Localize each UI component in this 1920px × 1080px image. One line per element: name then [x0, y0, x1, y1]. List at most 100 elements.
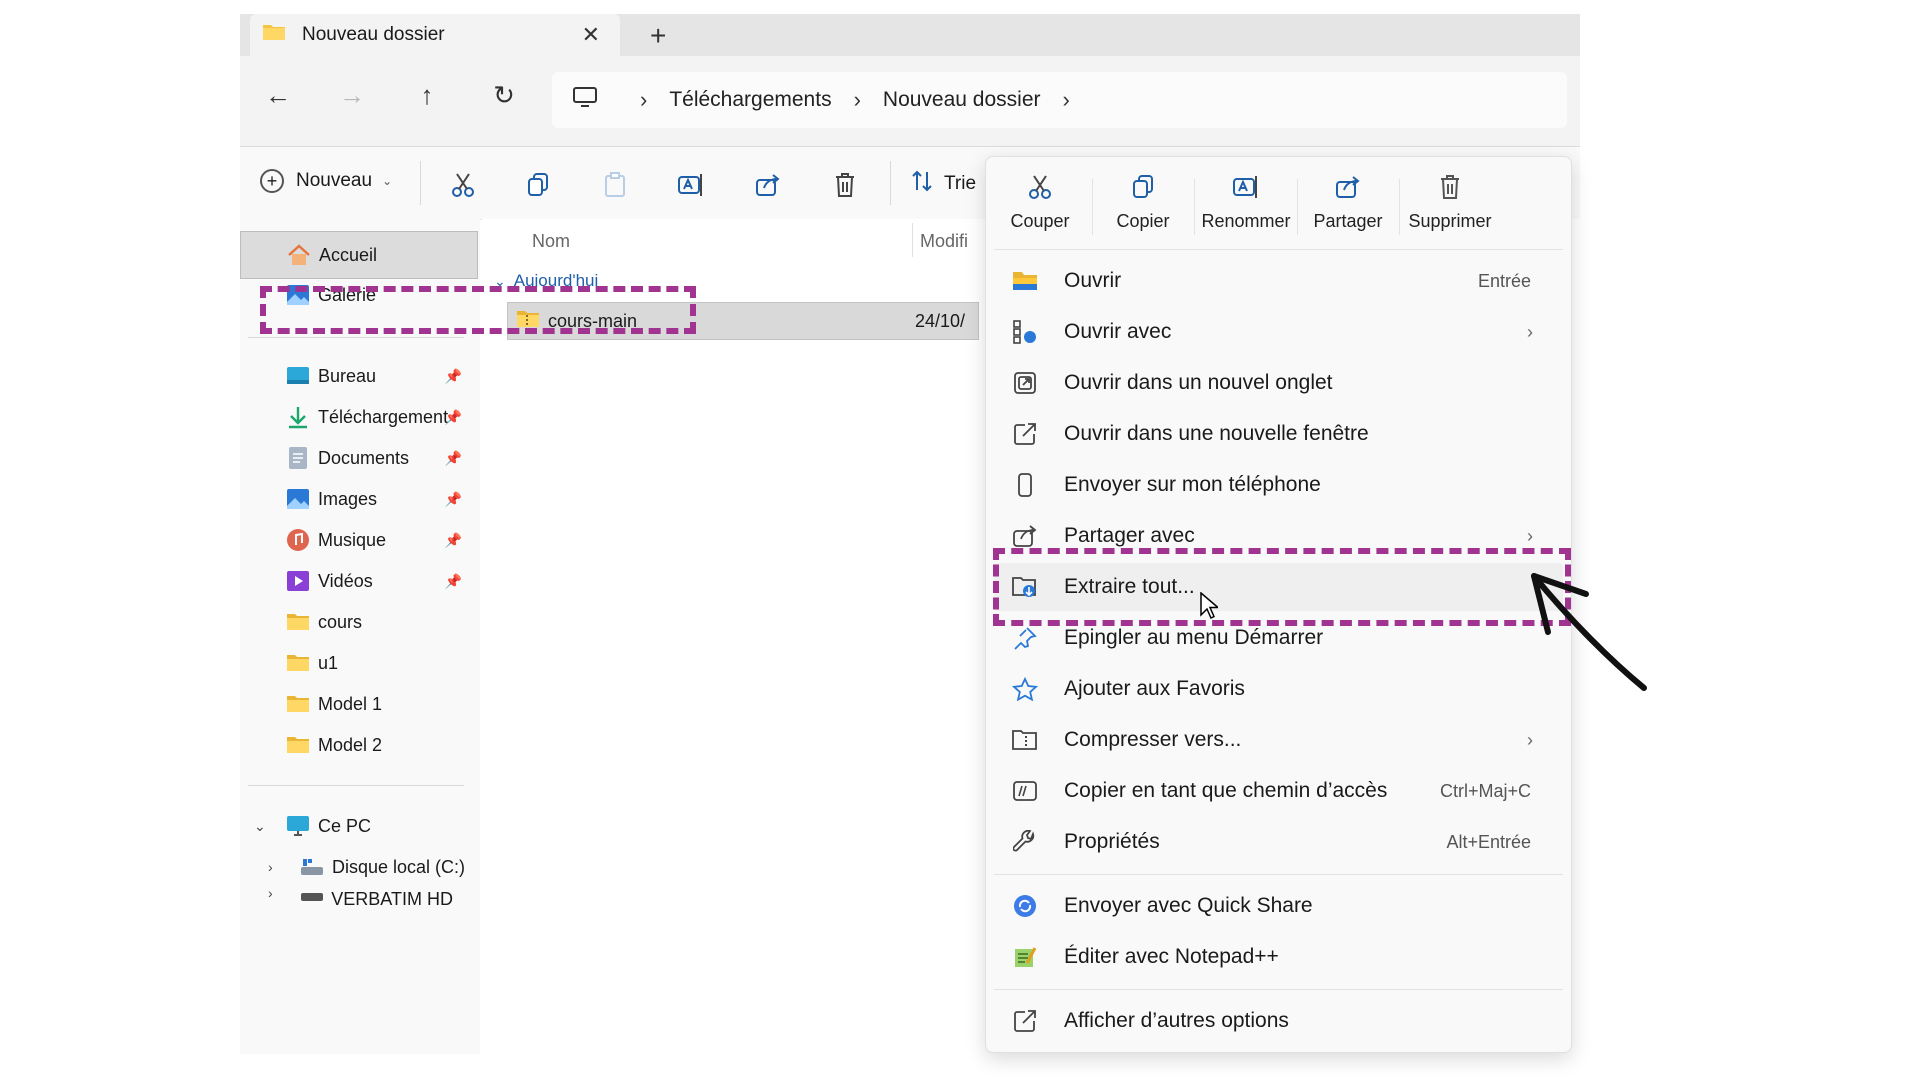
sort-button[interactable]: Trie [910, 169, 976, 199]
menu-item-autres-options[interactable]: Afficher d’autres options [994, 997, 1563, 1045]
tab-nouveau-dossier[interactable]: Nouveau dossier ✕ [250, 14, 620, 56]
rename-icon [1232, 171, 1260, 203]
sidebar-item-u1[interactable]: u1 [240, 640, 478, 686]
quick-action-supprimer[interactable]: Supprimer [1400, 171, 1500, 247]
menu-item-label: Ouvrir avec [1064, 320, 1172, 343]
menu-item-label: Ouvrir dans un nouvel onglet [1064, 371, 1333, 394]
sidebar-item-images[interactable]: Images 📌 [240, 476, 478, 522]
menu-item-label: Ouvrir dans une nouvelle fenêtre [1064, 422, 1369, 445]
menu-item-label: Envoyer sur mon téléphone [1064, 473, 1321, 496]
delete-icon[interactable] [827, 167, 863, 203]
sidebar-item-telechargement[interactable]: Téléchargement 📌 [240, 394, 478, 440]
quick-action-partager[interactable]: Partager [1298, 171, 1398, 247]
pin-icon[interactable]: 📌 [445, 491, 462, 508]
pin-icon[interactable]: 📌 [445, 532, 462, 549]
folder-icon [284, 694, 312, 714]
highlight-extract-all [993, 548, 1571, 626]
new-window-icon [1010, 422, 1040, 446]
copy-icon[interactable] [520, 167, 556, 203]
new-button[interactable]: + Nouveau ⌄ [260, 169, 392, 193]
menu-item-notepad[interactable]: Éditer avec Notepad++ [994, 933, 1563, 981]
sidebar-item-ce-pc[interactable]: ⌄ Ce PC [240, 803, 478, 849]
divider [994, 989, 1563, 990]
sidebar-item-model-2[interactable]: Model 2 [240, 722, 478, 768]
column-header-modified[interactable]: Modifi [920, 219, 968, 263]
sidebar-item-label: VERBATIM HD (D: [331, 889, 453, 905]
menu-item-nouvelle-fenetre[interactable]: Ouvrir dans une nouvelle fenêtre [994, 410, 1563, 458]
sidebar-item-label: Documents [318, 447, 410, 468]
chevron-right-icon[interactable]: › [268, 885, 273, 901]
copy-icon [1131, 171, 1155, 203]
folder-icon [284, 612, 312, 632]
more-options-icon [1010, 1009, 1040, 1033]
sidebar-item-cours[interactable]: cours [240, 599, 478, 645]
close-tab-icon[interactable]: ✕ [582, 22, 600, 48]
pin-icon[interactable]: 📌 [445, 450, 462, 467]
menu-item-ouvrir[interactable]: Ouvrir Entrée [994, 257, 1563, 305]
navigation-pane: Accueil Galerie Bureau 📌 Téléchargement … [240, 219, 480, 1054]
forward-button[interactable]: → [332, 80, 372, 111]
divider [420, 161, 421, 205]
chevron-down-icon[interactable]: ⌄ [254, 818, 266, 835]
sidebar-item-musique[interactable]: Musique 📌 [240, 517, 478, 563]
phone-icon [1010, 473, 1040, 497]
sidebar-item-videos[interactable]: Vidéos 📌 [240, 558, 478, 604]
chevron-right-icon: › [1527, 321, 1533, 342]
breadcrumb-separator[interactable]: › [1063, 87, 1070, 113]
mouse-cursor-icon [1200, 591, 1221, 625]
address-bar[interactable]: › Téléchargements › Nouveau dossier › [552, 72, 1567, 128]
share-icon[interactable] [750, 167, 786, 203]
quick-action-label: Supprimer [1408, 211, 1492, 231]
pin-icon[interactable]: 📌 [445, 368, 462, 385]
sidebar-item-verbatim[interactable]: › VERBATIM HD (D: [240, 879, 478, 905]
chevron-right-icon: › [1527, 729, 1533, 750]
quick-action-renommer[interactable]: Renommer [1196, 171, 1296, 247]
menu-item-nouvel-onglet[interactable]: Ouvrir dans un nouvel onglet [994, 359, 1563, 407]
menu-item-label: Afficher d’autres options [1064, 1009, 1289, 1032]
sidebar-item-bureau[interactable]: Bureau 📌 [240, 353, 478, 399]
quick-action-copier[interactable]: Copier [1093, 171, 1193, 247]
sidebar-item-model-1[interactable]: Model 1 [240, 681, 478, 727]
up-button[interactable]: ↑ [407, 80, 447, 111]
column-header-name[interactable]: Nom [532, 219, 570, 263]
cut-icon[interactable] [445, 167, 481, 203]
refresh-button[interactable]: ↻ [484, 80, 524, 111]
videos-icon [284, 570, 312, 592]
breadcrumb-telechargements[interactable]: Téléchargements [669, 88, 831, 112]
rename-icon[interactable] [673, 167, 709, 203]
share-icon [1010, 523, 1040, 549]
divider [994, 249, 1563, 250]
pin-icon [1010, 626, 1040, 650]
divider [994, 874, 1563, 875]
menu-item-ouvrir-avec[interactable]: Ouvrir avec › [994, 308, 1563, 356]
menu-item-envoyer-telephone[interactable]: Envoyer sur mon téléphone [994, 461, 1563, 509]
sidebar-item-documents[interactable]: Documents 📌 [240, 435, 478, 481]
quick-action-couper[interactable]: Couper [990, 171, 1090, 247]
pin-icon[interactable]: 📌 [445, 573, 462, 590]
file-date: 24/10/ [915, 310, 966, 331]
open-with-icon [1010, 319, 1040, 345]
monitor-icon [572, 86, 598, 114]
menu-item-compresser[interactable]: Compresser vers... › [994, 716, 1563, 764]
menu-item-proprietes[interactable]: Propriétés Alt+Entrée [994, 818, 1563, 866]
sidebar-item-label: Vidéos [318, 570, 373, 591]
menu-item-copier-chemin[interactable]: Copier en tant que chemin d’accès Ctrl+M… [994, 767, 1563, 815]
sidebar-item-label: Ce PC [318, 815, 372, 836]
pin-icon[interactable]: 📌 [445, 409, 462, 426]
paste-icon[interactable] [597, 167, 633, 203]
sort-icon [910, 169, 934, 199]
chevron-down-icon: ⌄ [382, 174, 393, 188]
back-button[interactable]: ← [258, 80, 298, 111]
new-tab-icon [1010, 371, 1040, 395]
sidebar-item-label: Musique [318, 529, 387, 550]
menu-item-quick-share[interactable]: Envoyer avec Quick Share [994, 882, 1563, 930]
breadcrumb-nouveau-dossier[interactable]: Nouveau dossier [883, 88, 1041, 112]
divider [912, 223, 913, 257]
sidebar-item-label: cours [318, 611, 363, 632]
chevron-right-icon[interactable]: › [268, 859, 273, 875]
new-tab-button[interactable]: + [650, 20, 666, 52]
quick-share-icon [1010, 894, 1040, 918]
menu-item-favoris[interactable]: Ajouter aux Favoris [994, 665, 1563, 713]
sidebar-item-label: Model 2 [318, 734, 383, 755]
folder-icon [284, 653, 312, 673]
